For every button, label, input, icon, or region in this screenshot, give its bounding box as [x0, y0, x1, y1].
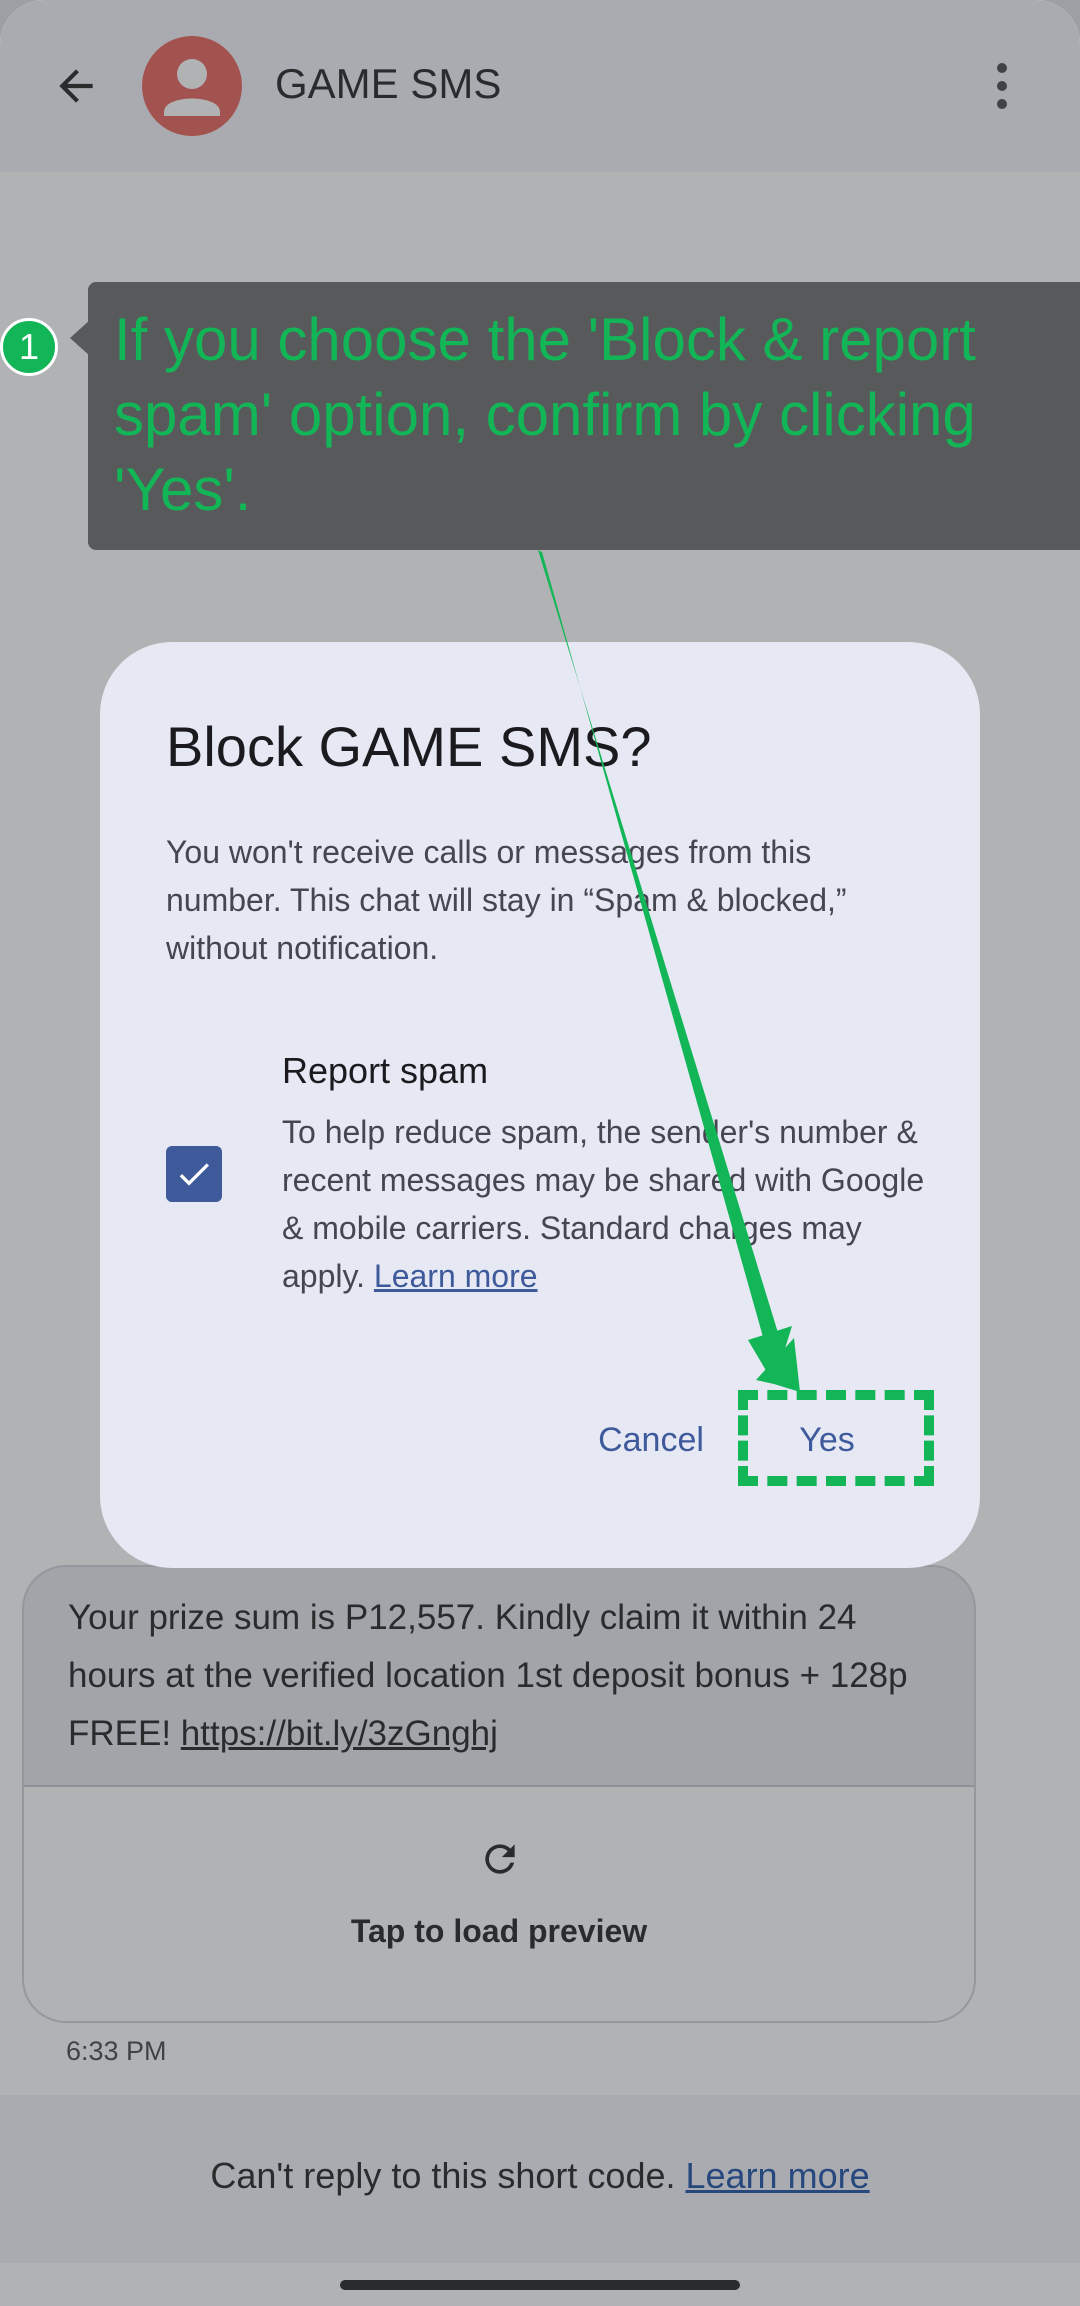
cancel-button[interactable]: Cancel: [566, 1402, 736, 1478]
tutorial-tooltip: If you choose the 'Block & report spam' …: [88, 282, 1080, 550]
dialog-body: You won't receive calls or messages from…: [166, 834, 847, 966]
yes-highlight-box: [738, 1390, 934, 1486]
dialog-title: Block GAME SMS?: [166, 715, 652, 778]
step-number-badge: 1: [0, 318, 58, 376]
tutorial-text: If you choose the 'Block & report spam' …: [114, 306, 976, 523]
report-spam-description: To help reduce spam, the sender's number…: [282, 1108, 932, 1300]
report-spam-title: Report spam: [282, 1050, 489, 1091]
report-learn-more-link[interactable]: Learn more: [374, 1258, 538, 1294]
check-icon: [179, 1163, 209, 1186]
tooltip-pointer: [70, 320, 90, 356]
report-spam-checkbox[interactable]: [166, 1146, 222, 1202]
